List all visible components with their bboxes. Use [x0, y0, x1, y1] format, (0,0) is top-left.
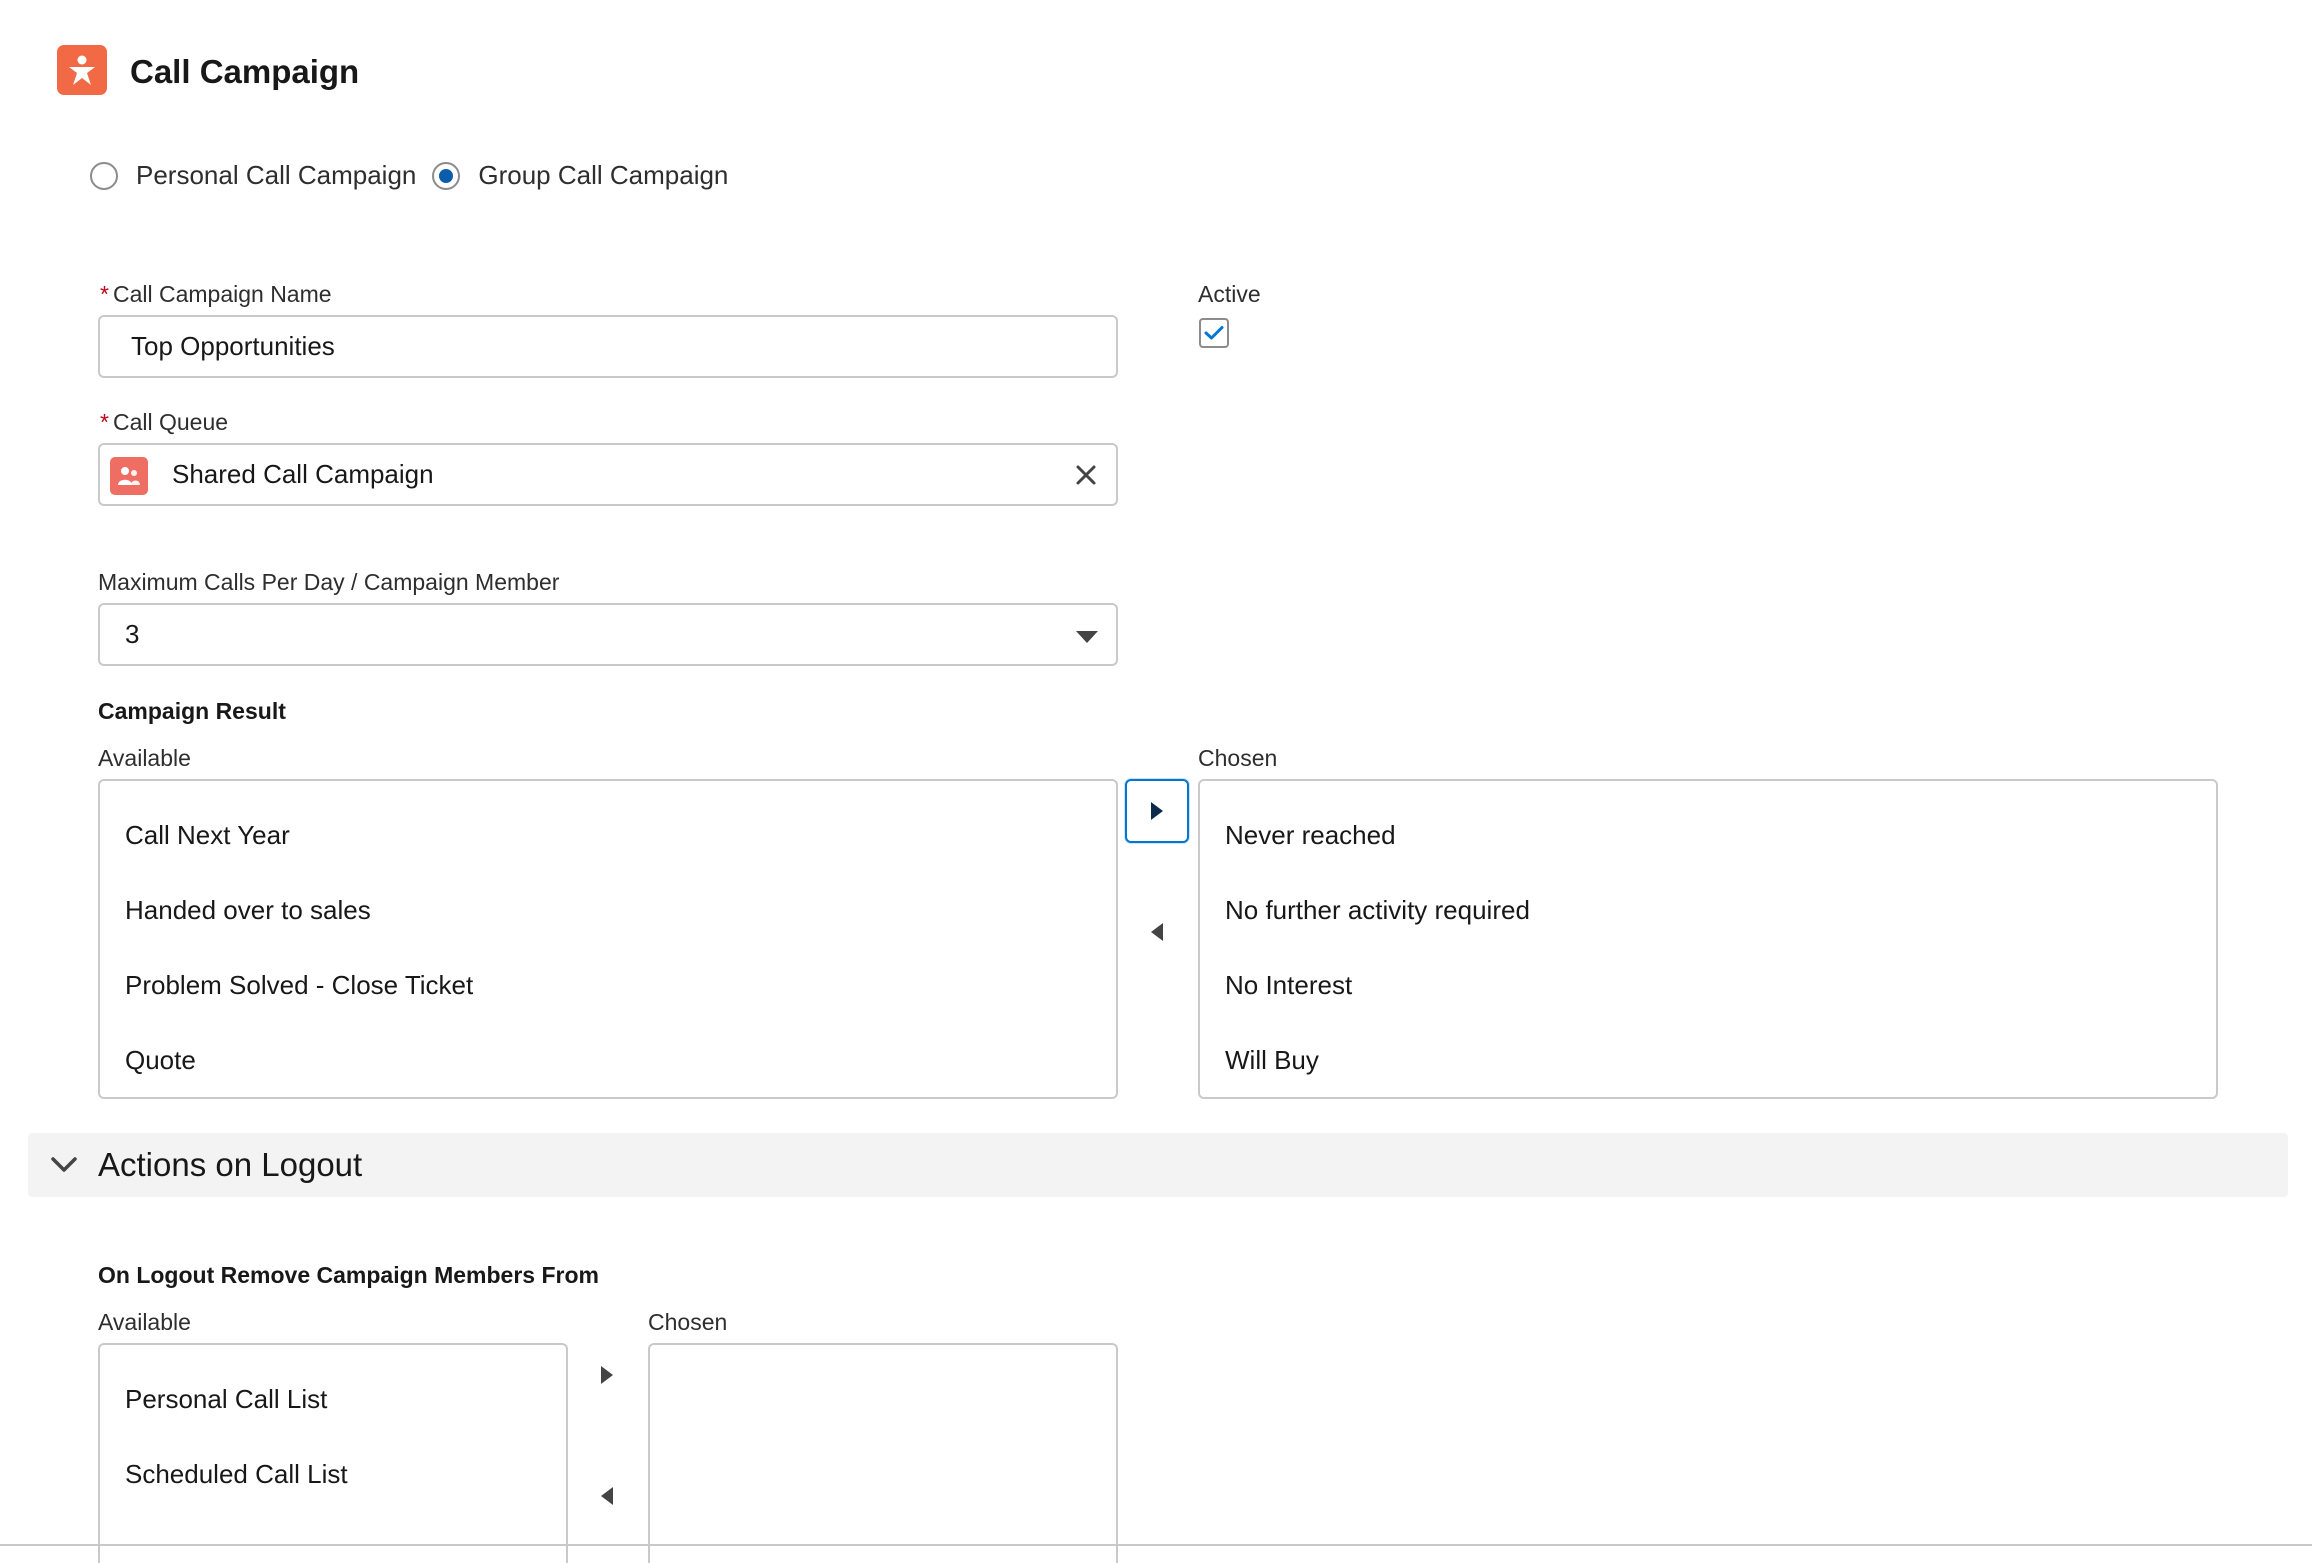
campaign-name-label-text: Call Campaign Name [112, 281, 332, 307]
list-item[interactable]: Scheduled Call List [100, 1437, 566, 1512]
campaign-name-value: Top Opportunities [131, 331, 335, 361]
logout-remove-title: On Logout Remove Campaign Members From [98, 1262, 599, 1288]
campaign-result-title: Campaign Result [98, 698, 286, 724]
list-item[interactable]: Quote [100, 1023, 1116, 1097]
list-item[interactable]: Never reached [1200, 798, 2216, 873]
personal-campaign-radio[interactable] [90, 161, 118, 190]
arrow-left-icon [1151, 923, 1163, 941]
checkmark-icon [1204, 326, 1224, 340]
logout-available-label: Available [98, 1309, 191, 1335]
required-asterisk: * [100, 281, 109, 307]
max-calls-value: 3 [125, 619, 140, 649]
list-item[interactable]: No further activity required [1200, 873, 2216, 948]
queue-icon [110, 457, 148, 495]
arrow-right-icon [601, 1366, 613, 1384]
list-item[interactable]: No Interest [1200, 948, 2216, 1023]
arrow-right-icon [1151, 802, 1163, 820]
personal-campaign-radio-label[interactable]: Personal Call Campaign [136, 160, 416, 191]
active-checkbox[interactable] [1199, 318, 1229, 348]
logout-available-listbox[interactable]: Personal Call List Scheduled Call List [98, 1343, 568, 1563]
campaign-result-chosen-label: Chosen [1198, 745, 1278, 771]
group-campaign-radio-label[interactable]: Group Call Campaign [478, 160, 728, 191]
list-item[interactable]: Will Buy [1200, 1023, 2216, 1097]
campaign-name-label: * Call Campaign Name [100, 280, 332, 308]
campaign-result-chosen-listbox[interactable]: Never reached No further activity requir… [1198, 779, 2218, 1099]
list-item[interactable]: Handed over to sales [100, 873, 1116, 948]
max-calls-label: Maximum Calls Per Day / Campaign Member [98, 569, 560, 595]
arrow-left-icon [601, 1487, 613, 1505]
chevron-down-icon [51, 1157, 77, 1172]
campaign-type-radio-group: Personal Call Campaign Group Call Campai… [90, 160, 744, 191]
logout-move-to-available-button[interactable] [575, 1464, 639, 1528]
campaign-result-available-listbox[interactable]: Call Next Year Handed over to sales Prob… [98, 779, 1118, 1099]
move-to-chosen-button[interactable] [1125, 779, 1189, 843]
actions-on-logout-title: Actions on Logout [98, 1146, 363, 1183]
footer-divider [0, 1544, 2312, 1546]
active-label: Active [1198, 281, 1261, 307]
call-queue-lookup[interactable]: Shared Call Campaign [98, 443, 1118, 506]
call-queue-value: Shared Call Campaign [172, 459, 434, 489]
campaign-name-input[interactable]: Top Opportunities [98, 315, 1118, 378]
chevron-down-icon [1076, 631, 1098, 643]
group-campaign-radio[interactable] [432, 161, 461, 190]
logout-chosen-listbox[interactable] [648, 1343, 1118, 1563]
list-item[interactable]: Personal Call List [100, 1362, 566, 1437]
call-queue-label: * Call Queue [100, 408, 228, 436]
logout-chosen-label: Chosen [648, 1309, 728, 1335]
required-asterisk: * [100, 409, 109, 435]
page-title: Call Campaign [130, 53, 360, 90]
campaign-result-available-label: Available [98, 745, 191, 771]
list-item[interactable]: Problem Solved - Close Ticket [100, 948, 1116, 1023]
list-item[interactable]: Call Next Year [100, 798, 1116, 873]
logout-move-to-chosen-button[interactable] [575, 1343, 639, 1407]
clear-selection-icon[interactable] [1070, 459, 1102, 491]
move-to-available-button[interactable] [1125, 900, 1189, 964]
max-calls-select[interactable]: 3 [98, 603, 1118, 666]
actions-on-logout-section-header[interactable]: Actions on Logout [28, 1133, 2288, 1197]
call-campaign-icon [57, 45, 107, 95]
call-queue-label-text: Call Queue [112, 409, 229, 435]
